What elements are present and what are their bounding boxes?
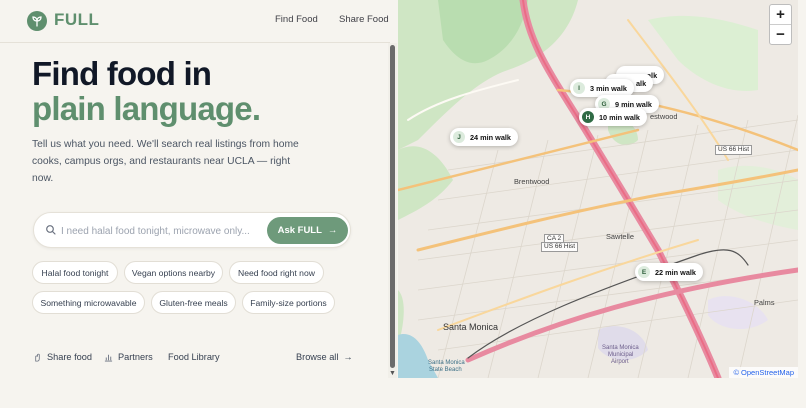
suggestion-chip[interactable]: Gluten-free meals	[151, 291, 236, 314]
footer-share-food-label: Share food	[47, 352, 92, 362]
map-label-airport: Santa Monica	[602, 345, 639, 351]
arrow-right-icon: →	[343, 352, 353, 362]
map-label-beach: Santa Monica	[428, 360, 465, 366]
search-icon	[46, 225, 56, 235]
logo-icon[interactable]	[27, 11, 47, 31]
pin-badge: E	[638, 266, 650, 278]
search-bar: Ask FULL →	[33, 212, 351, 248]
footer-browse-all[interactable]: Browse all →	[296, 352, 353, 362]
search-input[interactable]	[61, 222, 261, 240]
map-label-santa-monica: Santa Monica	[443, 322, 499, 332]
map-label-brentwood: Brentwood	[514, 177, 550, 186]
route-shield: US 66 Hist	[715, 145, 753, 155]
pin-label: 24 min walk	[470, 132, 511, 142]
suggestion-chip[interactable]: Need food right now	[229, 261, 324, 284]
pin-badge: I	[573, 82, 585, 94]
hero-description: Tell us what you need. We'll search real…	[32, 139, 299, 184]
map-label-airport: Municipal	[608, 352, 634, 358]
header-bar: FULL Find Food Share Food	[0, 0, 390, 43]
footer-browse-all-label: Browse all	[296, 352, 339, 362]
hero-title-line1: Find food in	[32, 55, 212, 92]
map-label-airport: Airport	[611, 359, 629, 365]
scroll-down-icon[interactable]: ▼	[388, 369, 397, 378]
hero-title-line2: plain language.	[32, 90, 261, 127]
hand-icon	[35, 353, 40, 362]
pin-label: 3 min walk	[590, 83, 627, 93]
chart-icon	[104, 354, 113, 362]
pin-label: 10 min walk	[599, 112, 640, 122]
pin-label: 22 min walk	[655, 267, 696, 277]
map-label-palms: Palms	[754, 298, 775, 307]
footer-partners-label: Partners	[118, 352, 153, 362]
footer-food-library-label: Food Library	[168, 352, 220, 362]
footer-partners[interactable]: Partners	[104, 352, 153, 362]
suggestion-chip[interactable]: Halal food tonight	[32, 261, 118, 284]
map-pin-j[interactable]: J 24 min walk	[450, 128, 518, 146]
left-panel: FULL Find Food Share Food Find food in p…	[0, 0, 390, 378]
pin-label: alk	[636, 78, 647, 88]
map-label-beach: State Beach	[429, 367, 462, 373]
pin-badge: H	[582, 111, 594, 123]
suggestion-chip[interactable]: Family-size portions	[242, 291, 335, 314]
brand-name[interactable]: FULL	[54, 10, 99, 30]
footer-share-food[interactable]: Share food	[33, 352, 92, 362]
scrollbar[interactable]: ▼	[388, 43, 397, 378]
map-label-westwood: estwood	[650, 112, 678, 121]
nav-share-food[interactable]: Share Food	[339, 14, 389, 25]
map-label-sawtelle: Sawtelle	[606, 232, 634, 241]
nav-find-food[interactable]: Find Food	[275, 14, 318, 25]
route-shield: US 66 Hist	[541, 242, 579, 252]
map-pin-e[interactable]: E 22 min walk	[635, 263, 703, 281]
ask-full-label: Ask FULL	[277, 225, 322, 236]
zoom-in-button[interactable]: +	[770, 5, 791, 25]
suggestion-chip[interactable]: Vegan options nearby	[124, 261, 223, 284]
pin-badge: J	[453, 131, 465, 143]
map-attribution[interactable]: © OpenStreetMap	[729, 367, 798, 378]
arrow-right-icon: →	[327, 225, 338, 236]
attribution-link[interactable]: © OpenStreetMap	[733, 368, 794, 377]
map[interactable]: Brentwood estwood Sawtelle Santa Monica …	[398, 0, 798, 378]
zoom-control: + −	[769, 4, 792, 45]
suggestion-chip[interactable]: Something microwavable	[32, 291, 145, 314]
page-scrollbar-track	[798, 0, 806, 378]
zoom-out-button[interactable]: −	[770, 25, 791, 45]
ask-full-button[interactable]: Ask FULL →	[267, 217, 348, 244]
footer-food-library[interactable]: Food Library	[168, 352, 220, 362]
map-pin-h[interactable]: H 10 min walk	[579, 108, 647, 126]
scrollbar-thumb[interactable]	[390, 45, 395, 368]
